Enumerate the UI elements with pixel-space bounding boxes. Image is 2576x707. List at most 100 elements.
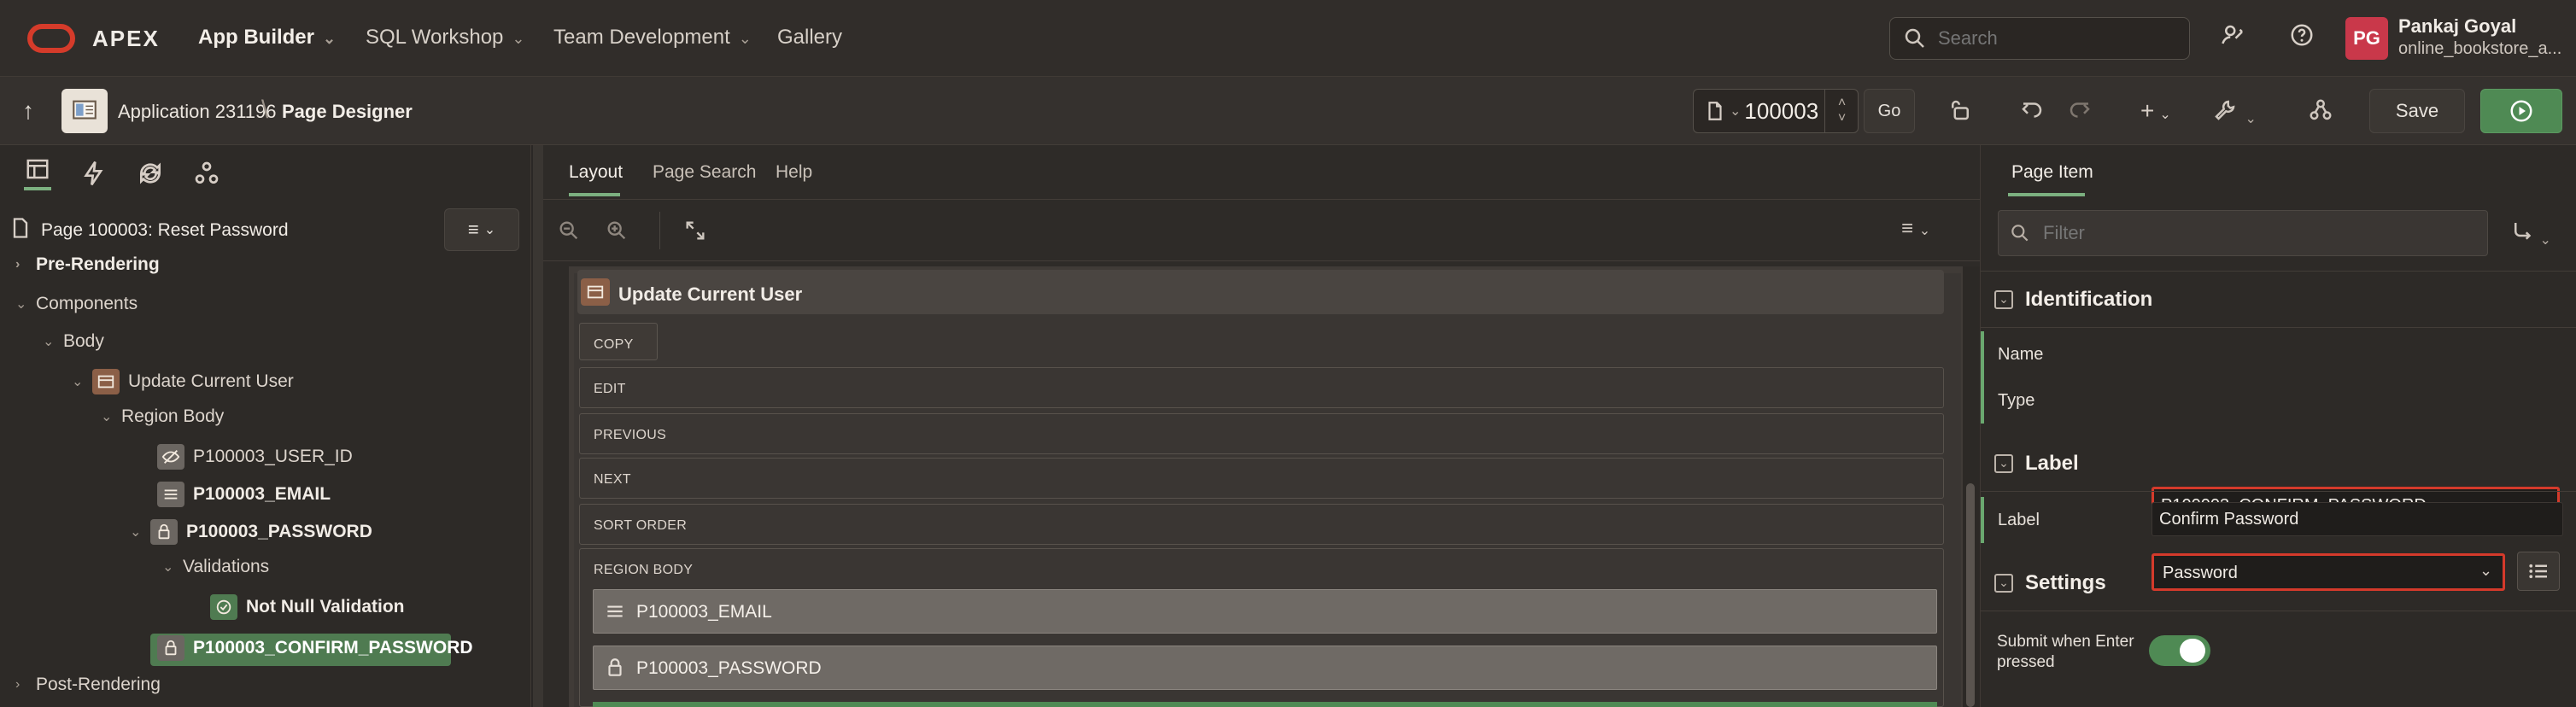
splitter[interactable] <box>533 145 543 707</box>
page-stepper[interactable]: ˄ ˅ <box>1824 89 1859 133</box>
breadcrumb-application[interactable]: Application 231196 <box>118 101 277 123</box>
utilities-menu-button[interactable]: ⌄ <box>2212 97 2257 127</box>
tree-region-update-current-user[interactable]: ⌄ Update Current User <box>72 369 294 394</box>
nav-app-builder[interactable]: App Builder ⌄ <box>198 26 336 50</box>
zoom-in-icon[interactable] <box>605 219 629 242</box>
layout-item-password[interactable]: P100003_PASSWORD <box>593 646 1937 690</box>
left-panel-tabs <box>0 145 531 202</box>
oracle-logo[interactable] <box>27 24 75 53</box>
region-title: Update Current User <box>618 283 803 305</box>
slot-label: COPY <box>594 337 634 352</box>
shared-components-icon[interactable] <box>2308 97 2333 123</box>
tree-label: Body <box>63 331 104 351</box>
center-tabs: Layout Page Search Help <box>543 145 1980 200</box>
tab-page-item[interactable]: Page Item <box>2011 162 2093 183</box>
layout-menu-button[interactable]: ≡ ⌄ <box>1901 217 1930 241</box>
lock-page-icon[interactable] <box>1947 97 1973 123</box>
save-button[interactable]: Save <box>2369 89 2465 133</box>
chevron-up-icon[interactable]: ˄ <box>1838 96 1846 111</box>
administration-icon[interactable] <box>2221 22 2246 48</box>
tree-label: Components <box>36 294 138 313</box>
slot-label: NEXT <box>594 472 631 487</box>
tab-layout[interactable]: Layout <box>569 162 623 183</box>
tree-label: Region Body <box>121 406 225 426</box>
layout-item-label: P100003_PASSWORD <box>636 658 822 678</box>
slot-edit[interactable]: EDIT <box>579 367 1944 408</box>
avatar[interactable]: PG <box>2345 17 2388 60</box>
nav-gallery[interactable]: Gallery <box>777 26 842 50</box>
search-input[interactable] <box>1936 26 2184 50</box>
tree-body[interactable]: ⌄ Body <box>43 331 104 352</box>
expand-icon[interactable] <box>683 219 707 242</box>
slot-label: PREVIOUS <box>594 428 667 442</box>
slot-previous[interactable]: PREVIOUS <box>579 413 1944 454</box>
user-workspace[interactable]: online_bookstore_a... <box>2398 39 2569 59</box>
page-designer-toolbar: ↑ Application 231196 \ Page Designer ⌄ 1… <box>0 77 2576 145</box>
up-arrow-icon[interactable]: ↑ <box>22 97 34 125</box>
tree-region-body[interactable]: ⌄ Region Body <box>101 406 224 427</box>
collapse-icon[interactable]: ⌄ <box>1994 289 2013 309</box>
layout-item-selected[interactable] <box>593 702 1937 707</box>
user-name[interactable]: Pankaj Goyal <box>2398 15 2516 38</box>
label-input[interactable]: Confirm Password <box>2152 502 2563 536</box>
section-identification[interactable]: ⌄ Identification <box>1981 272 2576 328</box>
tree-validations[interactable]: ⌄ Validations <box>162 557 269 577</box>
scrollbar-thumb[interactable] <box>1966 483 1975 707</box>
tree-item-user-id[interactable]: P100003_USER_ID <box>137 444 353 470</box>
chevron-down-icon[interactable]: ˅ <box>1838 111 1846 126</box>
chevron-down-icon: ⌄ <box>1918 224 1931 238</box>
help-icon[interactable] <box>2289 22 2315 48</box>
tab-page-search[interactable]: Page Search <box>653 162 756 183</box>
tree-components[interactable]: ⌄ Components <box>15 294 138 314</box>
text-field-icon <box>607 605 623 617</box>
go-button[interactable]: Go <box>1864 89 1915 133</box>
layout-panel: Layout Page Search Help ≡ ⌄ Update Curre… <box>543 145 1980 707</box>
global-search[interactable] <box>1889 17 2190 60</box>
application-icon[interactable] <box>61 89 108 133</box>
tree-post-rendering[interactable]: › Post-Rendering <box>15 675 161 695</box>
section-label[interactable]: ⌄ Label <box>1981 435 2576 492</box>
password-lock-icon <box>157 635 184 661</box>
tree-menu-button[interactable]: ≡ ⌄ <box>444 208 519 251</box>
chevron-down-icon: ⌄ <box>2539 233 2551 248</box>
tree-item-email[interactable]: P100003_EMAIL <box>137 482 331 507</box>
tree-pre-rendering[interactable]: › Pre-Rendering <box>15 254 160 275</box>
validation-check-icon <box>210 594 237 620</box>
undo-icon[interactable] <box>2019 97 2045 123</box>
slot-next[interactable]: NEXT <box>579 458 1944 499</box>
page-number-input[interactable]: 100003 <box>1744 98 1818 125</box>
toggle-knob <box>2180 639 2205 663</box>
tree-item-confirm-password[interactable]: P100003_CONFIRM_PASSWORD <box>137 635 473 661</box>
collapse-icon[interactable]: ⌄ <box>1994 453 2013 473</box>
slot-label: REGION BODY <box>594 563 694 577</box>
slot-sort-order[interactable]: SORT ORDER <box>579 504 1944 545</box>
processing-tab-icon[interactable] <box>137 160 164 187</box>
nav-team-development[interactable]: Team Development ⌄ <box>553 26 752 50</box>
nav-app-builder-label: App Builder <box>198 26 314 49</box>
property-filter[interactable] <box>1998 210 2488 256</box>
slot-copy[interactable]: COPY <box>579 323 658 360</box>
chevron-down-icon: ⌄ <box>483 223 496 237</box>
page-node-label: Page 100003: Reset Password <box>41 220 289 240</box>
page-shared-components-tab-icon[interactable] <box>193 160 220 187</box>
nav-sql-workshop[interactable]: SQL Workshop ⌄ <box>366 26 525 50</box>
go-to-group-button[interactable]: ⌄ <box>2510 219 2551 248</box>
create-menu-button[interactable]: + ⌄ <box>2140 97 2171 125</box>
redo-icon[interactable] <box>2067 97 2093 123</box>
play-icon <box>2510 100 2532 122</box>
rendering-tab-icon[interactable] <box>24 156 51 190</box>
zoom-out-icon[interactable] <box>557 219 581 242</box>
tree-item-password[interactable]: ⌄ P100003_PASSWORD <box>130 519 372 545</box>
filter-input[interactable] <box>2041 221 2451 245</box>
collapse-icon[interactable]: ⌄ <box>1994 573 2013 593</box>
layout-item-email[interactable]: P100003_EMAIL <box>593 589 1937 634</box>
run-page-button[interactable] <box>2480 89 2562 133</box>
nav-team-development-label: Team Development <box>553 26 730 49</box>
tree-validation-not-null[interactable]: Not Null Validation <box>190 594 405 620</box>
active-tab-underline <box>569 193 620 196</box>
dynamic-actions-tab-icon[interactable] <box>80 160 108 187</box>
tab-help[interactable]: Help <box>776 162 812 183</box>
section-title: Settings <box>2025 570 2106 594</box>
property-editor-panel: Page Item ⌄ ⌄ Identification Name P10000… <box>1980 145 2576 707</box>
section-settings[interactable]: ⌄ Settings <box>1981 555 2576 611</box>
